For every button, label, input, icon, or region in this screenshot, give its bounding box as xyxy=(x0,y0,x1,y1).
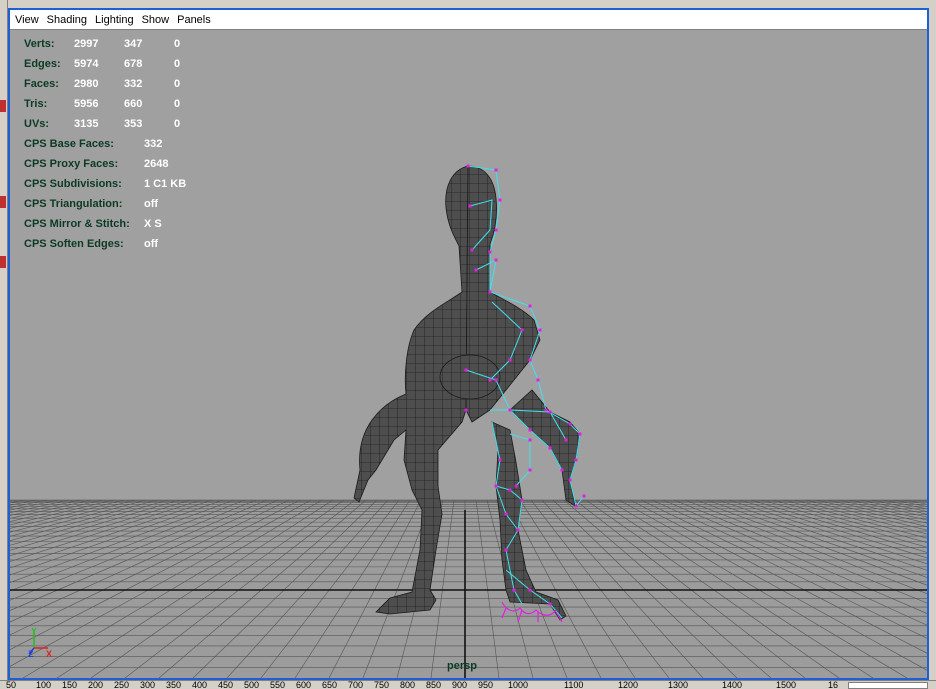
time-ruler[interactable]: 50 100 150 200 250 300 350 400 450 500 550 600 650 70… xyxy=(0,680,936,689)
hud-row-faces: Faces: 2980 332 0 xyxy=(24,78,181,90)
ruler-tick-label: 550 xyxy=(270,680,286,689)
panel-menubar: View Shading Lighting Show Panels xyxy=(10,10,927,30)
heads-up-display: Verts: 2997 347 0 Edges: 5974 678 0 Face… xyxy=(24,34,224,254)
ruler-tick-label: 300 xyxy=(140,680,156,689)
toolbar-marker xyxy=(0,256,6,268)
hud-row-cps-base-faces: CPS Base Faces: 332 xyxy=(24,138,163,150)
menu-panels[interactable]: Panels xyxy=(175,14,217,26)
hud-row-cps-subdivisions: CPS Subdivisions: 1 C1 KB xyxy=(24,178,187,190)
menu-view[interactable]: View xyxy=(13,14,45,26)
ruler-tick-label: 350 xyxy=(166,680,182,689)
ruler-tick-label: 750 xyxy=(374,680,390,689)
menu-shading[interactable]: Shading xyxy=(45,14,93,26)
menu-lighting[interactable]: Lighting xyxy=(93,14,140,26)
ruler-tick-label: 16 xyxy=(828,680,839,689)
right-edge-strip xyxy=(929,0,936,689)
ruler-tick-label: 500 xyxy=(244,680,260,689)
ruler-tick-label: 950 xyxy=(478,680,494,689)
ruler-tick-label: 700 xyxy=(348,680,364,689)
ruler-tick-label: 900 xyxy=(452,680,468,689)
ruler-tick-label: 100 xyxy=(36,680,52,689)
ruler-tick-label: 1100 xyxy=(564,680,584,689)
axis-z-label: Z xyxy=(28,649,34,658)
ruler-tick-label: 150 xyxy=(62,680,78,689)
ruler-tick-label: 1000 xyxy=(508,680,529,689)
ground-grid xyxy=(10,499,927,678)
ruler-tick-label: 450 xyxy=(218,680,234,689)
ruler-tick-label: 1200 xyxy=(618,680,639,689)
hud-row-cps-triangulation: CPS Triangulation: off xyxy=(24,198,159,210)
ruler-field[interactable] xyxy=(848,682,928,689)
ruler-tick-label: 1500 xyxy=(776,680,797,689)
ruler-tick-label: 1300 xyxy=(668,680,689,689)
viewport-panel: View Shading Lighting Show Panels Verts:… xyxy=(8,8,929,680)
axis-y-label: Y xyxy=(31,628,37,636)
axis-gizmo: Y Z X xyxy=(28,628,52,658)
ruler-tick-label: 600 xyxy=(296,680,312,689)
ruler-tick-label: 1400 xyxy=(722,680,743,689)
toolbar-marker xyxy=(0,196,6,208)
hud-row-tris: Tris: 5956 660 0 xyxy=(24,98,181,110)
left-toolbar-strip xyxy=(0,0,8,689)
toolbar-marker xyxy=(0,100,6,112)
hud-row-verts: Verts: 2997 347 0 xyxy=(24,38,181,50)
ruler-tick-label: 250 xyxy=(114,680,130,689)
3d-viewport[interactable]: Verts: 2997 347 0 Edges: 5974 678 0 Face… xyxy=(10,30,927,678)
hud-row-cps-soften-edges: CPS Soften Edges: off xyxy=(24,238,159,250)
camera-label: persp xyxy=(447,660,477,672)
ruler-tick-label: 800 xyxy=(400,680,416,689)
ruler-tick-label: 400 xyxy=(192,680,208,689)
menu-show[interactable]: Show xyxy=(140,14,176,26)
hud-row-edges: Edges: 5974 678 0 xyxy=(24,58,181,70)
ruler-tick-label: 200 xyxy=(88,680,104,689)
axis-x-label: X xyxy=(46,649,52,658)
ruler-tick-label: 50 xyxy=(6,680,17,689)
hud-row-cps-mirror-stitch: CPS Mirror & Stitch: X S xyxy=(24,218,162,230)
hud-row-uvs: UVs: 3135 353 0 xyxy=(24,118,181,130)
hud-row-cps-proxy-faces: CPS Proxy Faces: 2648 xyxy=(24,158,169,170)
ruler-tick-label: 650 xyxy=(322,680,338,689)
ruler-tick-label: 850 xyxy=(426,680,442,689)
